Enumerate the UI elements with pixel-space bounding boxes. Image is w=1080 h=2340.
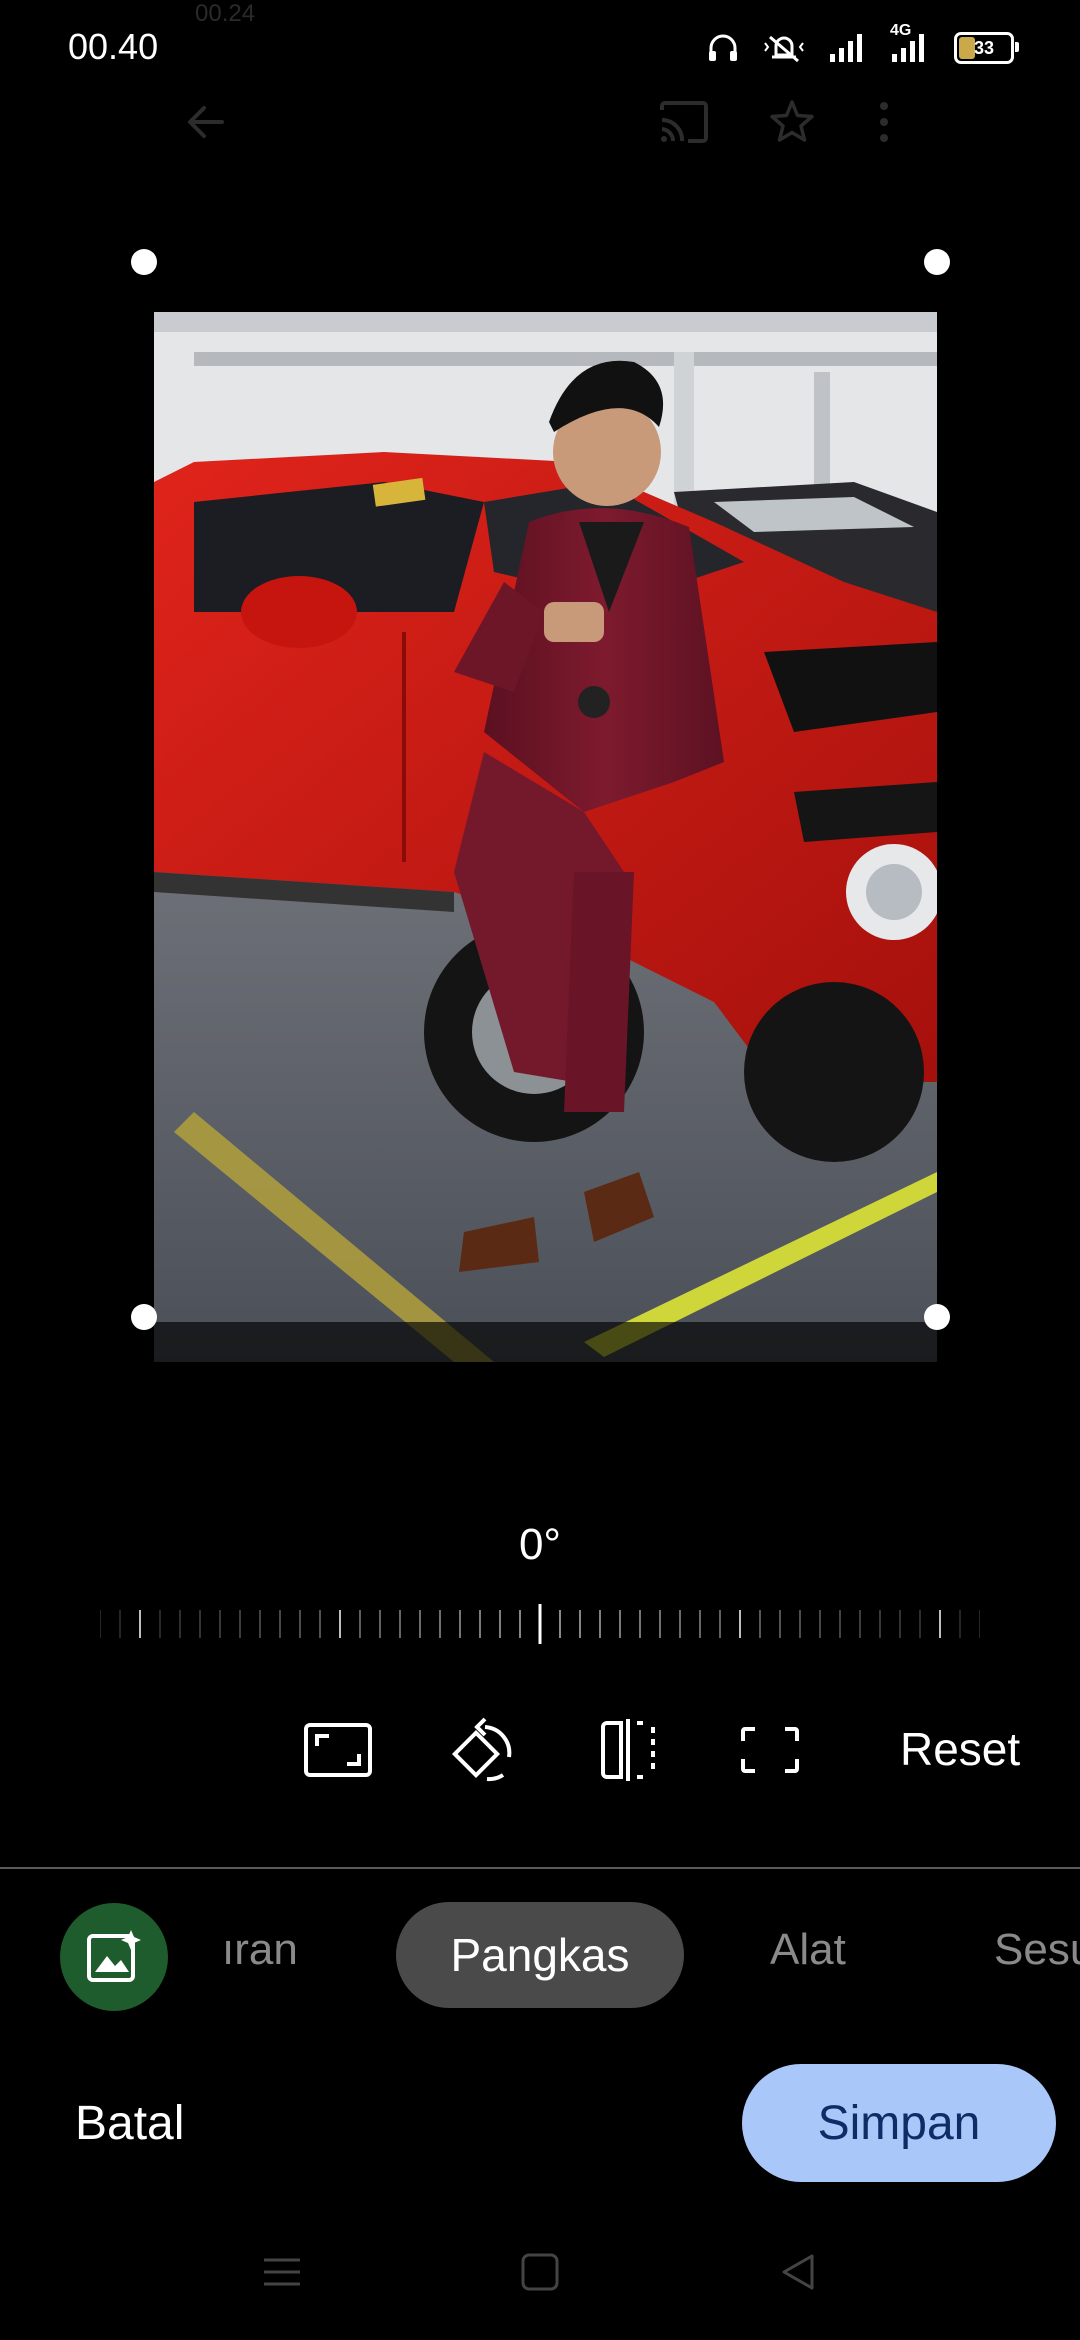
aspect-ratio-button[interactable] [298, 1710, 378, 1790]
star-icon[interactable] [766, 96, 818, 148]
tab-adjust[interactable]: Sesu [994, 1925, 1080, 1975]
home-square-icon [521, 2253, 559, 2291]
rotate-button[interactable] [442, 1710, 522, 1790]
status-ghost-time: 00.24 [195, 0, 256, 27]
signal-icon [830, 34, 862, 62]
cancel-button[interactable]: Batal [75, 2096, 184, 2151]
photo-image [154, 312, 937, 1362]
free-crop-icon [741, 1727, 799, 1773]
flip-horizontal-icon [601, 1719, 655, 1781]
magic-editor-button[interactable] [60, 1903, 168, 2011]
rotation-dial[interactable] [100, 1604, 980, 1644]
nav-menu-button[interactable] [252, 2242, 312, 2302]
signal-4g: 4G [888, 22, 932, 64]
reset-button[interactable]: Reset [900, 1722, 1020, 1776]
cast-icon[interactable] [656, 98, 712, 146]
arrow-left-icon[interactable] [180, 96, 232, 148]
nav-back-button[interactable] [768, 2242, 828, 2302]
signal-4g-icon [892, 34, 924, 62]
crop-handle-top-right[interactable] [924, 249, 950, 275]
flip-button[interactable] [588, 1710, 668, 1790]
rotation-angle: 0° [518, 1520, 562, 1569]
aspect-ratio-icon [304, 1723, 372, 1777]
tab-crop[interactable]: Pangkas [396, 1902, 684, 2008]
more-vertical-icon[interactable] [868, 96, 900, 148]
status-icons: 4G 33 [706, 22, 1019, 68]
back-triangle-icon [782, 2254, 814, 2290]
status-time: 00.40 [68, 26, 159, 67]
save-button[interactable]: Simpan [742, 2064, 1056, 2182]
magic-editor-icon [87, 1930, 141, 1982]
photo-preview[interactable] [154, 312, 937, 1362]
battery-icon: 33 [954, 32, 1019, 64]
crop-handle-bottom-left[interactable] [131, 1304, 157, 1330]
tab-tools[interactable]: Alat [770, 1925, 846, 1975]
headphones-icon [709, 34, 737, 61]
rotate-icon [451, 1717, 512, 1782]
battery-level: 33 [973, 37, 995, 58]
crop-handle-top-left[interactable] [131, 249, 157, 275]
mute-vibrate-icon [764, 35, 804, 63]
menu-icon [264, 2258, 300, 2286]
tab-partial-left[interactable]: ıran [222, 1925, 298, 1975]
free-crop-button[interactable] [730, 1710, 810, 1790]
crop-handle-bottom-right[interactable] [924, 1304, 950, 1330]
divider [0, 1867, 1080, 1869]
nav-home-button[interactable] [510, 2242, 570, 2302]
